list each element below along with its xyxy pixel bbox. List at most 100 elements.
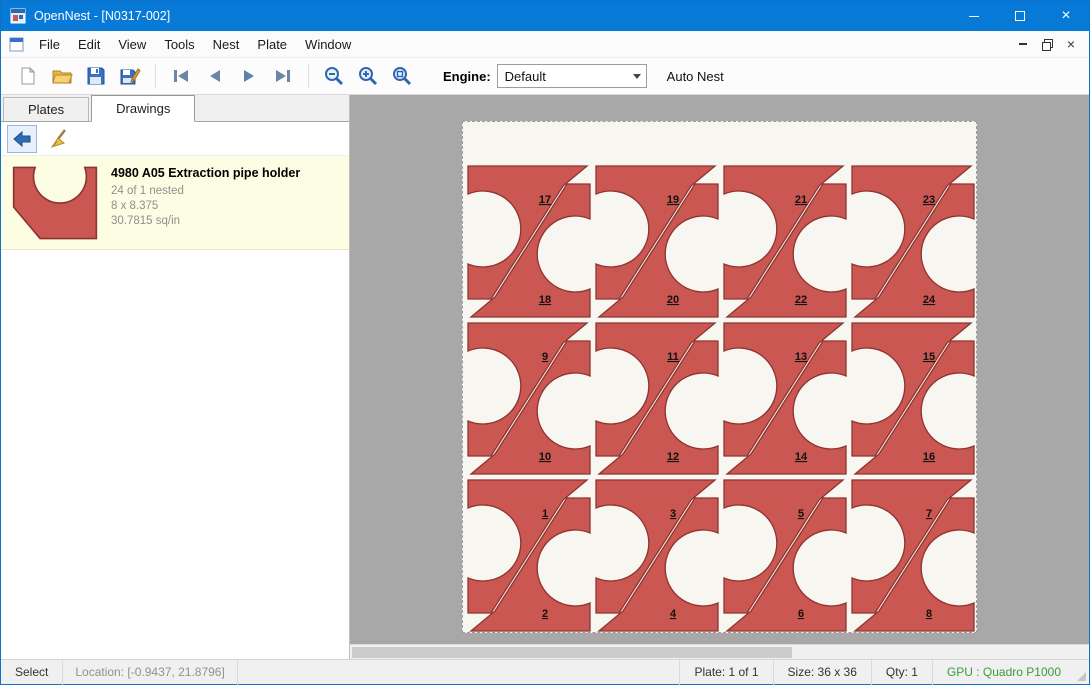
- statusbar: Select Location: [-0.9437, 21.8796] Plat…: [1, 659, 1089, 684]
- nest-pair: 1516: [852, 323, 974, 474]
- nest-viewport[interactable]: 171819202122232491011121314151612345678: [350, 95, 1089, 659]
- clear-nest-button[interactable]: [45, 125, 75, 153]
- previous-plate-button[interactable]: [198, 61, 232, 91]
- next-icon: [238, 67, 260, 85]
- nest-pair: 9 10: [468, 323, 590, 474]
- auto-nest-button[interactable]: Auto Nest: [667, 69, 724, 84]
- new-file-icon: [18, 66, 38, 86]
- part-number-label: 9: [542, 351, 548, 363]
- part-number-label: 16: [923, 451, 935, 463]
- nest-pair: 78: [852, 480, 974, 631]
- toolbar-separator: [155, 64, 156, 88]
- part-number-label: 20: [667, 294, 679, 306]
- menu-edit[interactable]: Edit: [69, 32, 109, 57]
- menu-file[interactable]: File: [30, 32, 69, 57]
- toolbar: Engine: Default Auto Nest: [1, 58, 1089, 95]
- minimize-icon: [969, 16, 979, 17]
- nest-pair: 2324: [852, 166, 974, 317]
- zoom-extents-icon: [391, 65, 413, 87]
- part-number-label: 5: [798, 508, 804, 520]
- zoom-extents-button[interactable]: [385, 61, 419, 91]
- new-file-button[interactable]: [11, 61, 45, 91]
- part-thumbnail: [9, 162, 101, 243]
- part-number-label: 8: [926, 608, 932, 620]
- previous-icon: [204, 67, 226, 85]
- mdi-close-icon: ×: [1067, 37, 1075, 51]
- engine-label: Engine:: [443, 69, 491, 84]
- nest-drawing[interactable]: 171819202122232491011121314151612345678: [463, 122, 976, 632]
- part-number-label: 13: [795, 351, 807, 363]
- part-number-label: 21: [795, 194, 807, 206]
- nest-pair: 11 12: [596, 323, 718, 474]
- save-edit-icon: [119, 66, 141, 86]
- first-plate-button[interactable]: [164, 61, 198, 91]
- mdi-restore-button[interactable]: [1035, 34, 1059, 54]
- content-area: Plates Drawings: [1, 95, 1089, 659]
- status-mode: Select: [1, 665, 62, 679]
- part-number-label: 19: [667, 194, 679, 206]
- last-plate-button[interactable]: [266, 61, 300, 91]
- window-title: OpenNest - [N0317-002]: [34, 9, 170, 23]
- plate[interactable]: 171819202122232491011121314151612345678: [462, 121, 977, 633]
- nest-pair: 13 14: [724, 323, 846, 474]
- status-location: Location: [-0.9437, 21.8796]: [63, 665, 236, 679]
- part-number-label: 7: [926, 508, 932, 520]
- part-number-label: 22: [795, 294, 807, 306]
- part-number-label: 6: [798, 608, 804, 620]
- next-plate-button[interactable]: [232, 61, 266, 91]
- minimize-button[interactable]: [951, 1, 997, 31]
- mdi-close-button[interactable]: ×: [1059, 34, 1083, 54]
- broom-icon: [49, 128, 71, 150]
- engine-select[interactable]: Default: [497, 64, 647, 88]
- combo-chevron-button[interactable]: [628, 74, 646, 79]
- sidebar-tabs: Plates Drawings: [1, 95, 349, 122]
- part-number-label: 14: [795, 451, 808, 463]
- horizontal-scrollbar[interactable]: [350, 644, 1089, 659]
- menubar: File Edit View Tools Nest Plate Window ×: [1, 31, 1089, 58]
- mdi-restore-icon: [1042, 39, 1052, 49]
- last-icon: [272, 67, 294, 85]
- part-nested-count: 24 of 1 nested: [111, 185, 300, 197]
- part-number-label: 10: [539, 451, 551, 463]
- mdi-minimize-button[interactable]: [1011, 34, 1035, 54]
- nest-pair: 34: [596, 480, 718, 631]
- save-icon: [86, 66, 106, 86]
- close-icon: ×: [1061, 8, 1070, 24]
- zoom-out-icon: [323, 65, 345, 87]
- menu-view[interactable]: View: [109, 32, 155, 57]
- chevron-down-icon: [633, 74, 641, 79]
- menu-plate[interactable]: Plate: [248, 32, 296, 57]
- drawing-list-item[interactable]: 4980 A05 Extraction pipe holder 24 of 1 …: [1, 156, 349, 250]
- document-icon: [9, 37, 24, 52]
- menu-window[interactable]: Window: [296, 32, 360, 57]
- engine-selected-value: Default: [498, 69, 628, 84]
- save-button[interactable]: [79, 61, 113, 91]
- zoom-out-button[interactable]: [317, 61, 351, 91]
- maximize-button[interactable]: [997, 1, 1043, 31]
- part-number-label: 17: [539, 194, 551, 206]
- close-button[interactable]: ×: [1043, 1, 1089, 31]
- blue-arrow-icon: [12, 130, 32, 148]
- nest-pair: 56: [724, 480, 846, 631]
- tab-plates[interactable]: Plates: [3, 97, 89, 121]
- tab-drawings[interactable]: Drawings: [91, 95, 195, 122]
- part-number-label: 24: [923, 294, 936, 306]
- open-file-button[interactable]: [45, 61, 79, 91]
- part-number-label: 15: [923, 351, 935, 363]
- sidebar: Plates Drawings: [1, 95, 350, 659]
- part-number-label: 2: [542, 608, 548, 620]
- application-window: OpenNest - [N0317-002] × File Edit View …: [0, 0, 1090, 685]
- scrollbar-thumb[interactable]: [352, 647, 792, 658]
- apply-drawing-button[interactable]: [7, 125, 37, 153]
- resize-grip[interactable]: [1075, 660, 1089, 685]
- sidebar-empty-area: [1, 250, 349, 659]
- part-number-label: 3: [670, 508, 676, 520]
- part-number-label: 12: [667, 451, 679, 463]
- zoom-in-button[interactable]: [351, 61, 385, 91]
- status-plate: Plate: 1 of 1: [680, 665, 772, 679]
- menu-nest[interactable]: Nest: [204, 32, 249, 57]
- nest-pair: 12: [468, 480, 590, 631]
- save-as-button[interactable]: [113, 61, 147, 91]
- part-number-label: 11: [667, 351, 679, 363]
- menu-tools[interactable]: Tools: [155, 32, 203, 57]
